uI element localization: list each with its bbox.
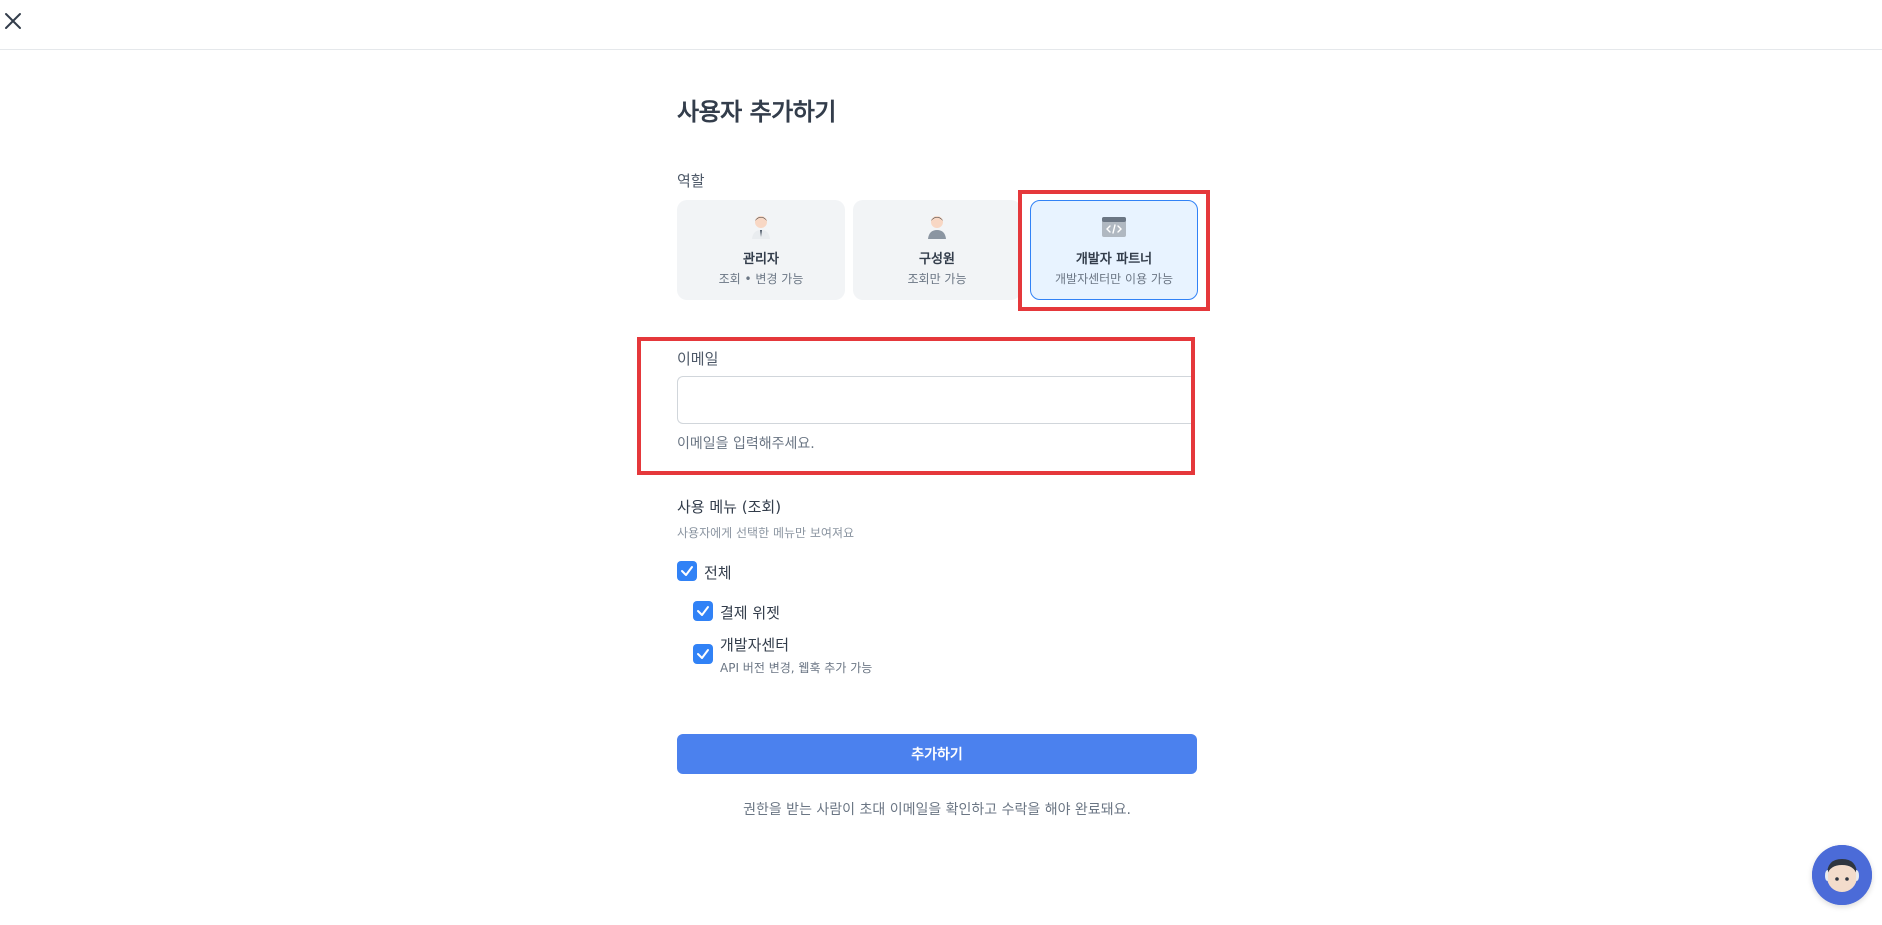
support-chat-button[interactable] [1812, 845, 1872, 905]
close-icon [5, 13, 21, 29]
email-help-text: 이메일을 입력해주세요. [677, 436, 815, 452]
email-label: 이메일 [677, 350, 719, 368]
footer-note: 권한을 받는 사람이 초대 이메일을 확인하고 수락을 해야 완료돼요. [743, 802, 1131, 818]
support-agent-icon [1812, 845, 1872, 905]
checkbox-payment-widget[interactable] [693, 601, 713, 621]
top-bar [0, 0, 1882, 50]
menu-label: 사용 메뉴 (조회) [677, 498, 782, 516]
checkbox-developer-center-desc: API 버전 변경, 웹훅 추가 가능 [720, 661, 873, 675]
role-title: 관리자 [743, 252, 779, 267]
role-desc: 조회만 가능 [907, 272, 967, 286]
menu-subtitle: 사용자에게 선택한 메뉴만 보여져요 [677, 526, 855, 540]
checkbox-all[interactable] [677, 561, 697, 581]
role-label: 역할 [677, 172, 705, 190]
checkbox-developer-center[interactable] [693, 644, 713, 664]
admin-avatar-icon [752, 216, 770, 239]
role-title: 구성원 [919, 252, 955, 267]
code-window-icon [1102, 217, 1126, 237]
role-card-member[interactable]: 구성원 조회만 가능 [853, 200, 1021, 300]
role-title: 개발자 파트너 [1075, 252, 1153, 267]
check-icon [697, 606, 709, 616]
page-title: 사용자 추가하기 [677, 98, 836, 126]
role-card-developer-partner[interactable]: 개발자 파트너 개발자센터만 이용 가능 [1030, 200, 1198, 300]
role-desc: 개발자센터만 이용 가능 [1054, 272, 1174, 286]
add-user-button[interactable]: 추가하기 [677, 734, 1197, 774]
email-input[interactable] [677, 376, 1193, 424]
close-button[interactable] [2, 10, 24, 32]
check-icon [681, 566, 693, 576]
role-card-admin[interactable]: 관리자 조회 • 변경 가능 [677, 200, 845, 300]
member-avatar-icon [928, 216, 946, 239]
checkbox-developer-center-label: 개발자센터 [720, 636, 790, 654]
checkbox-all-label: 전체 [704, 564, 732, 582]
role-desc: 조회 • 변경 가능 [718, 272, 804, 286]
checkbox-payment-widget-label: 결제 위젯 [720, 604, 780, 622]
check-icon [697, 649, 709, 659]
